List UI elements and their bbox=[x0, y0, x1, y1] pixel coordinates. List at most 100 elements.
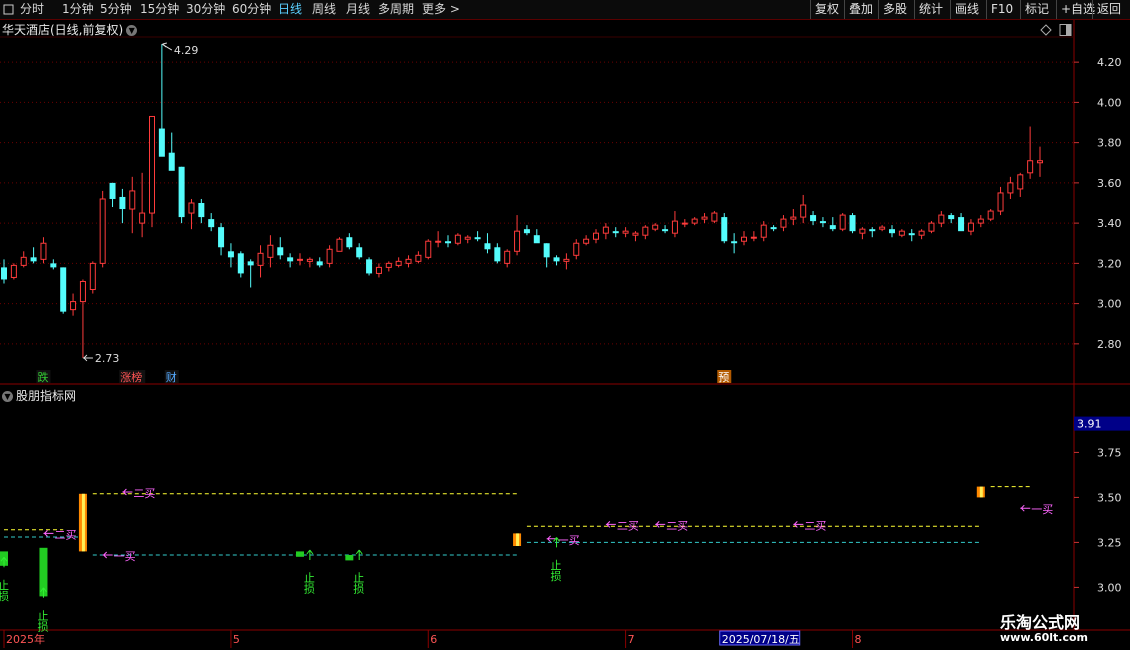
candle-body-up bbox=[691, 218, 698, 224]
candle-body-down bbox=[810, 215, 817, 222]
candle-body-down bbox=[908, 233, 915, 236]
candle-body-up bbox=[632, 232, 639, 236]
candle-body-up bbox=[70, 301, 77, 311]
indicator-tick-label: 3.00 bbox=[1097, 581, 1122, 594]
date-label: 7 bbox=[628, 633, 635, 646]
candle-body-down bbox=[109, 182, 116, 199]
candle-body-down bbox=[50, 263, 57, 268]
candle-body-up bbox=[20, 256, 27, 266]
candle-body-up bbox=[622, 230, 629, 234]
candle-body-down bbox=[356, 247, 363, 258]
candle-body-down bbox=[869, 229, 876, 232]
date-axis: 2025年 5 6 7 8 2025/07/18/五 bbox=[3, 630, 862, 648]
signal-bar-highlight bbox=[979, 486, 983, 498]
indicator-tick-label: 3.75 bbox=[1097, 446, 1122, 459]
candle-body-up bbox=[967, 222, 974, 232]
candle-body-up bbox=[879, 226, 886, 230]
price-grid bbox=[0, 61, 1074, 345]
candle-body-up bbox=[790, 216, 797, 220]
candle-body-up bbox=[997, 192, 1004, 212]
event-tag-label: 涨榜 bbox=[120, 370, 142, 384]
buy1-signal-label: 一买 bbox=[1031, 503, 1053, 516]
candle-body-up bbox=[987, 210, 994, 220]
candle-body-up bbox=[741, 236, 747, 242]
signal-bar bbox=[345, 555, 354, 561]
buy1-signal-label: 一买 bbox=[114, 550, 136, 563]
candle-body-up bbox=[267, 244, 274, 258]
candle-body-up bbox=[415, 254, 422, 262]
candle-body-down bbox=[533, 235, 540, 244]
price-tick-label: 4.20 bbox=[1097, 56, 1122, 69]
cursor-date-label: 2025/07/18/五 bbox=[722, 633, 800, 646]
candle-body-up bbox=[454, 234, 461, 244]
buy-arrow-icon bbox=[102, 551, 113, 559]
candle-body-up bbox=[573, 242, 580, 256]
candle-body-down bbox=[287, 257, 294, 262]
candle-body-up bbox=[395, 260, 402, 266]
candle-body-up bbox=[938, 214, 945, 224]
kline-chart[interactable]: 4.29 2.73 跌 涨榜 财 预 4.20 4.00 3.80 3.60 3.40 3.20 3… bbox=[0, 0, 1130, 650]
candle-body-up bbox=[750, 236, 757, 239]
buy2-signal-label: 二买 bbox=[133, 487, 155, 500]
candle-body-up bbox=[504, 250, 511, 264]
candle-body-up bbox=[1007, 182, 1014, 194]
candle-body-up bbox=[1027, 160, 1034, 174]
candle-body-up bbox=[593, 232, 599, 240]
candle-body-down bbox=[484, 243, 491, 250]
candle-body-down bbox=[366, 259, 373, 274]
price-tick-label: 2.80 bbox=[1097, 338, 1122, 351]
candle-body-down bbox=[208, 219, 215, 228]
candle-body-down bbox=[198, 203, 205, 218]
signal-bar bbox=[296, 551, 304, 557]
price-tick-label: 3.20 bbox=[1097, 257, 1122, 270]
candle-body-up bbox=[1037, 160, 1043, 164]
buy-arrow-icon bbox=[1020, 504, 1031, 512]
indicator-axis: 3.75 3.50 3.25 3.00 3.91 bbox=[1074, 416, 1130, 594]
candle-body-up bbox=[514, 230, 521, 252]
price-tick-label: 3.60 bbox=[1097, 177, 1122, 190]
candle-body-up bbox=[563, 258, 570, 262]
candle-body-up bbox=[129, 190, 136, 210]
candle-body-down bbox=[612, 231, 619, 234]
candle-body-up bbox=[40, 242, 47, 260]
candle-body-down bbox=[1, 267, 7, 280]
stop-loss-signal-label: 止损 bbox=[549, 559, 562, 582]
candle-body-up bbox=[642, 226, 649, 236]
buy2-signal-label: 二买 bbox=[617, 519, 639, 532]
date-label: 5 bbox=[233, 633, 240, 646]
event-tag-label: 预 bbox=[718, 371, 729, 384]
candle-body-down bbox=[60, 267, 67, 312]
buy2-signal-label: 二买 bbox=[804, 519, 826, 532]
watermark-url: www.60lt.com bbox=[1000, 631, 1089, 644]
candle-body-down bbox=[819, 221, 826, 224]
candle-body-up bbox=[928, 222, 935, 232]
candle-body-up bbox=[385, 262, 392, 268]
candle-body-down bbox=[30, 257, 37, 262]
candle-body-up bbox=[297, 258, 303, 261]
candle-body-down bbox=[474, 237, 481, 240]
candle-body-up bbox=[336, 238, 343, 252]
candle-body-down bbox=[237, 253, 244, 274]
candle-body-up bbox=[79, 280, 86, 303]
low-arrow-icon bbox=[82, 354, 93, 362]
candle-body-up bbox=[425, 240, 432, 258]
candle-body-up bbox=[326, 248, 333, 264]
candle-body-up bbox=[10, 264, 17, 278]
price-axis: 4.20 4.00 3.80 3.60 3.40 3.20 3.00 2.80 bbox=[1074, 56, 1122, 351]
stop-loss-signal-label: 止损 bbox=[302, 572, 315, 595]
price-tick-label: 3.00 bbox=[1097, 298, 1122, 311]
candle-body-up bbox=[780, 218, 787, 228]
indicator-tick-label: 3.50 bbox=[1097, 491, 1122, 504]
indicator-tick-label: 3.25 bbox=[1097, 536, 1122, 549]
candle-body-down bbox=[770, 227, 777, 230]
buy2-signal-label: 二买 bbox=[54, 528, 76, 541]
date-label: 6 bbox=[430, 633, 437, 646]
candle-body-down bbox=[543, 243, 550, 258]
candle-body-down bbox=[218, 227, 225, 248]
candle-body-down bbox=[346, 237, 353, 248]
candle-body-down bbox=[227, 251, 234, 258]
candle-body-up bbox=[464, 236, 471, 240]
candle-body-up bbox=[583, 238, 590, 244]
event-tag-label: 财 bbox=[166, 370, 177, 384]
high-arrow-icon bbox=[161, 42, 173, 51]
